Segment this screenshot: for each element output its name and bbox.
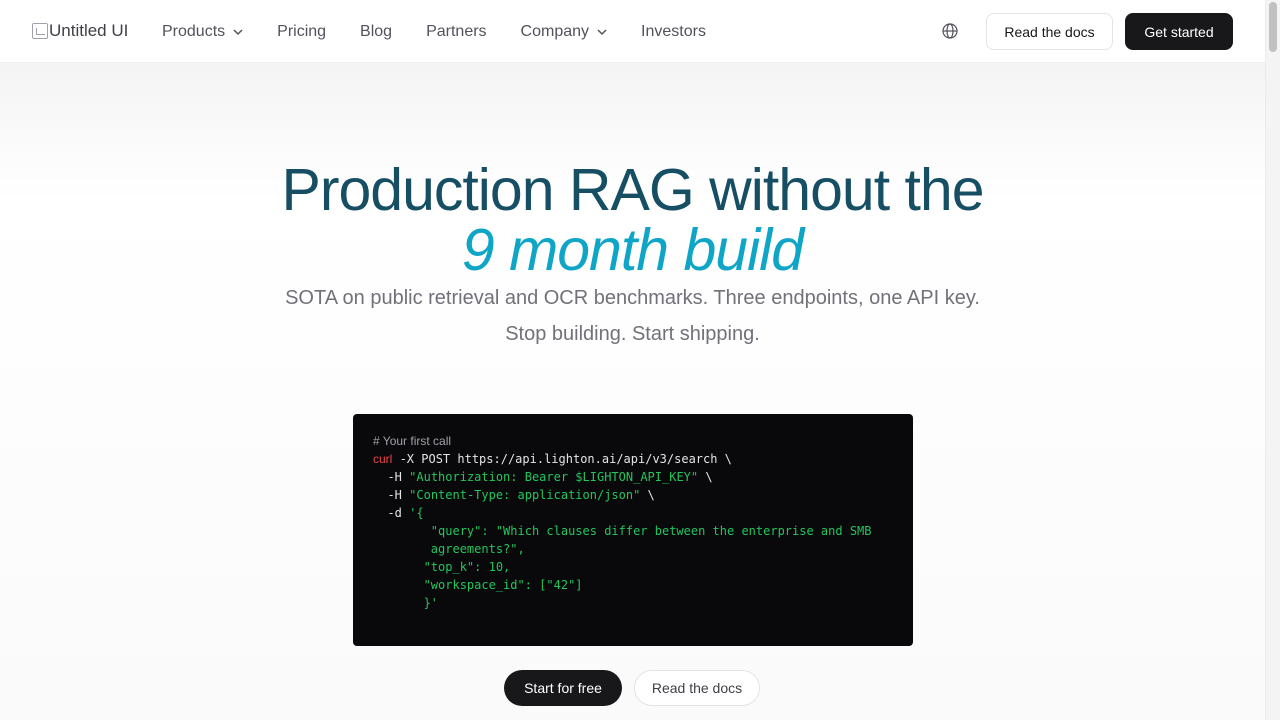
code-line: -H "Authorization: Bearer $LIGHTON_API_K… xyxy=(373,468,893,486)
nav-link-blog[interactable]: Blog xyxy=(360,23,392,41)
code-string: "query": "Which clauses differ between t… xyxy=(430,524,872,538)
nav-link-partners[interactable]: Partners xyxy=(426,23,486,41)
read-docs-button[interactable]: Read the docs xyxy=(986,13,1113,50)
nav-link-products[interactable]: Products xyxy=(162,23,243,41)
nav-link-label: Company xyxy=(520,23,590,40)
scrollbar[interactable] xyxy=(1265,0,1280,720)
code-command: curl xyxy=(373,452,393,466)
nav-link-investors[interactable]: Investors xyxy=(641,23,706,41)
hero-subtitle-line2: Stop building. Start shipping. xyxy=(505,323,760,345)
hero-title-line2: 9 month build xyxy=(461,217,804,283)
nav-links: Products Pricing Blog Partners Company I… xyxy=(162,20,740,44)
code-string: "top_k": 10, xyxy=(423,560,511,574)
nav-link-pricing[interactable]: Pricing xyxy=(277,23,326,41)
scrollbar-thumb[interactable] xyxy=(1269,2,1277,52)
code-sample[interactable]: # Your first call curl -X POST https://a… xyxy=(353,414,913,646)
code-line: -d '{ xyxy=(373,504,893,522)
code-flag: -d xyxy=(387,506,402,520)
code-line: agreements?", xyxy=(373,540,893,558)
code-string: "Authorization: Bearer $LIGHTON_API_KEY" xyxy=(409,470,699,484)
hero-title-line1: Production RAG without the xyxy=(281,157,984,223)
start-for-free-button[interactable]: Start for free xyxy=(504,670,622,706)
nav-link-label: Blog xyxy=(360,23,393,40)
code-string: "workspace_id": ["42"] xyxy=(423,578,583,592)
chevron-down-icon xyxy=(597,29,607,36)
read-docs-secondary-button[interactable]: Read the docs xyxy=(634,670,760,706)
top-navigation: Untitled UI Products Pricing Blog Partne… xyxy=(0,0,1265,63)
code-comment: # Your first call xyxy=(373,434,452,448)
nav-link-label: Pricing xyxy=(277,23,327,40)
logo-alt-text: Untitled UI xyxy=(49,21,129,40)
code-string: agreements?", xyxy=(430,542,525,556)
broken-image-icon xyxy=(32,23,48,39)
code-line: }' xyxy=(373,594,893,612)
code-line: curl -X POST https://api.lighton.ai/api/… xyxy=(373,450,893,468)
code-text: \ xyxy=(640,488,655,502)
chevron-down-icon xyxy=(233,29,243,36)
code-flag: -H xyxy=(387,470,402,484)
logo[interactable]: Untitled UI xyxy=(32,20,128,42)
code-line: -H "Content-Type: application/json" \ xyxy=(373,486,893,504)
code-string: "Content-Type: application/json" xyxy=(409,488,641,502)
code-text: -X POST https://api.lighton.ai/api/v3/se… xyxy=(399,452,732,466)
code-line: "query": "Which clauses differ between t… xyxy=(373,522,893,540)
code-string: }' xyxy=(423,596,439,610)
code-line: "workspace_id": ["42"] xyxy=(373,576,893,594)
nav-link-company[interactable]: Company xyxy=(521,23,607,41)
get-started-button[interactable]: Get started xyxy=(1125,13,1233,50)
nav-link-label: Products xyxy=(162,23,226,40)
globe-icon[interactable] xyxy=(941,22,959,40)
nav-link-label: Partners xyxy=(426,23,487,40)
hero-subtitle-line1: SOTA on public retrieval and OCR benchma… xyxy=(285,287,980,309)
code-text: \ xyxy=(698,470,713,484)
nav-link-label: Investors xyxy=(641,23,706,40)
code-string: '{ xyxy=(409,506,424,520)
code-flag: -H xyxy=(387,488,402,502)
code-line: # Your first call xyxy=(373,432,893,450)
code-line: "top_k": 10, xyxy=(373,558,893,576)
